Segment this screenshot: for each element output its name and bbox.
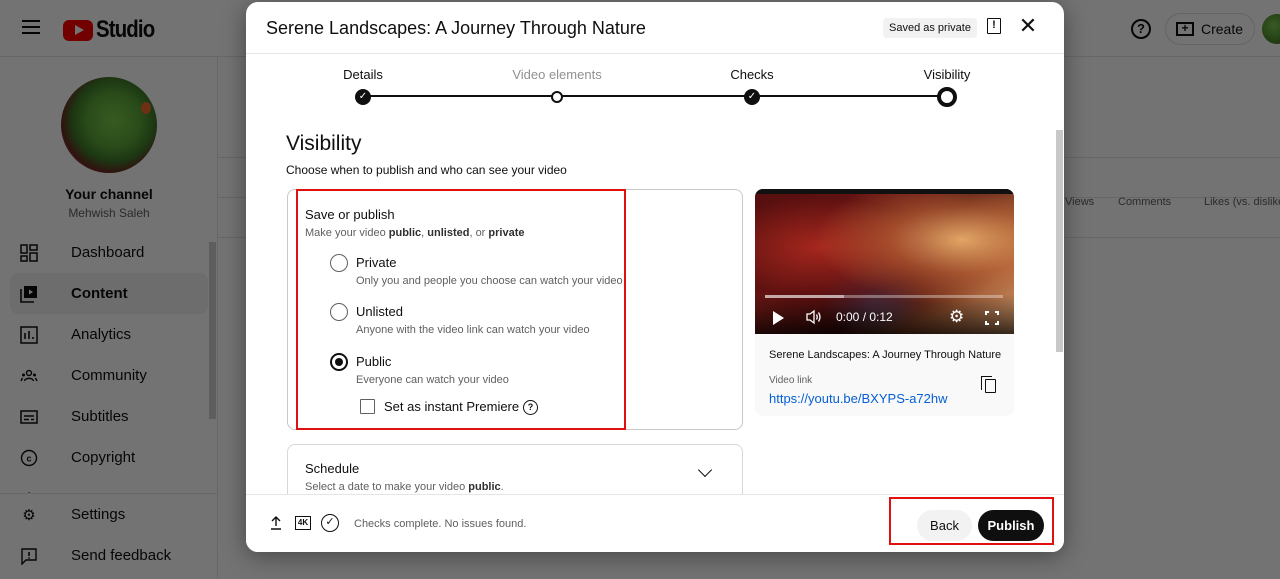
copy-icon[interactable] bbox=[981, 376, 996, 393]
dialog-scrollbar[interactable] bbox=[1056, 130, 1063, 352]
fullscreen-icon[interactable] bbox=[985, 311, 999, 325]
dialog-content: Visibility Choose when to publish and wh… bbox=[246, 114, 1064, 494]
radio-button[interactable] bbox=[330, 254, 348, 272]
instant-premiere-label: Set as instant Premiere bbox=[384, 399, 520, 414]
step-label: Details bbox=[343, 67, 383, 82]
checks-status: Checks complete. No issues found. bbox=[354, 518, 527, 530]
radio-button-selected[interactable] bbox=[330, 353, 348, 371]
help-icon[interactable]: ? bbox=[523, 400, 538, 415]
step-label: Visibility bbox=[923, 67, 971, 82]
save-or-publish-card: Save or publish Make your video public, … bbox=[287, 189, 743, 430]
step-current-dot-icon bbox=[937, 87, 957, 107]
upload-icon bbox=[270, 515, 282, 533]
video-link[interactable]: https://youtu.be/BXYPS-a72hw bbox=[769, 391, 948, 406]
dialog-footer: 4K ✓ Checks complete. No issues found. B… bbox=[246, 494, 1064, 552]
report-issue-icon[interactable]: ! bbox=[987, 18, 1001, 34]
checks-complete-icon: ✓ bbox=[321, 514, 339, 532]
hd-quality-icon: 4K bbox=[295, 516, 311, 530]
visibility-title: Visibility bbox=[286, 132, 362, 155]
video-link-label: Video link bbox=[769, 375, 813, 386]
publish-button[interactable]: Publish bbox=[978, 510, 1044, 541]
instant-premiere-checkbox[interactable] bbox=[360, 399, 375, 414]
upload-stepper: Details Video elements Checks Visibility… bbox=[246, 54, 1064, 114]
preview-video-title: Serene Landscapes: A Journey Through Nat… bbox=[769, 349, 1002, 361]
saved-status-badge: Saved as private bbox=[883, 18, 977, 38]
radio-label: Unlisted bbox=[356, 304, 403, 319]
gear-icon[interactable]: ⚙ bbox=[949, 308, 964, 325]
video-preview-card: 0:00 / 0:12 ⚙ Serene Landscapes: A Journ… bbox=[755, 189, 1014, 416]
dialog-header: Serene Landscapes: A Journey Through Nat… bbox=[246, 2, 1064, 54]
video-time: 0:00 / 0:12 bbox=[836, 310, 893, 324]
chevron-down-icon[interactable] bbox=[697, 462, 713, 478]
step-done-check-icon: ✓ bbox=[355, 89, 371, 105]
step-done-check-icon: ✓ bbox=[744, 89, 760, 105]
step-details[interactable]: Details bbox=[343, 67, 383, 87]
upload-dialog: Serene Landscapes: A Journey Through Nat… bbox=[246, 2, 1064, 552]
schedule-card[interactable]: Schedule Select a date to make your vide… bbox=[287, 444, 743, 494]
step-video-elements[interactable]: Video elements bbox=[512, 67, 601, 87]
close-icon[interactable]: ✕ bbox=[1018, 15, 1038, 37]
visibility-subtitle: Choose when to publish and who can see y… bbox=[286, 163, 567, 177]
back-button[interactable]: Back bbox=[917, 510, 972, 541]
radio-description: Only you and people you choose can watch… bbox=[356, 275, 623, 287]
step-visibility[interactable]: Visibility bbox=[924, 67, 971, 87]
save-or-publish-subtitle: Make your video public, unlisted, or pri… bbox=[305, 227, 525, 239]
save-or-publish-heading: Save or publish bbox=[305, 207, 395, 222]
video-player[interactable]: 0:00 / 0:12 ⚙ bbox=[755, 189, 1014, 334]
seek-bar[interactable] bbox=[765, 295, 1003, 298]
step-label: Checks bbox=[730, 67, 774, 82]
radio-description: Everyone can watch your video bbox=[356, 374, 509, 386]
step-label: Video elements bbox=[512, 67, 602, 82]
seek-bar-buffered bbox=[765, 295, 844, 298]
schedule-heading: Schedule bbox=[305, 461, 360, 476]
stepper-line bbox=[363, 95, 947, 97]
play-icon[interactable] bbox=[773, 311, 784, 325]
step-checks[interactable]: Checks bbox=[730, 67, 773, 87]
radio-label: Private bbox=[356, 255, 397, 270]
dialog-title: Serene Landscapes: A Journey Through Nat… bbox=[266, 18, 646, 38]
radio-label: Public bbox=[356, 354, 392, 369]
radio-button[interactable] bbox=[330, 303, 348, 321]
step-pending-dot-icon bbox=[551, 91, 563, 103]
volume-icon[interactable] bbox=[805, 309, 823, 328]
schedule-subtitle: Select a date to make your video public. bbox=[305, 481, 504, 493]
radio-description: Anyone with the video link can watch you… bbox=[356, 324, 590, 336]
